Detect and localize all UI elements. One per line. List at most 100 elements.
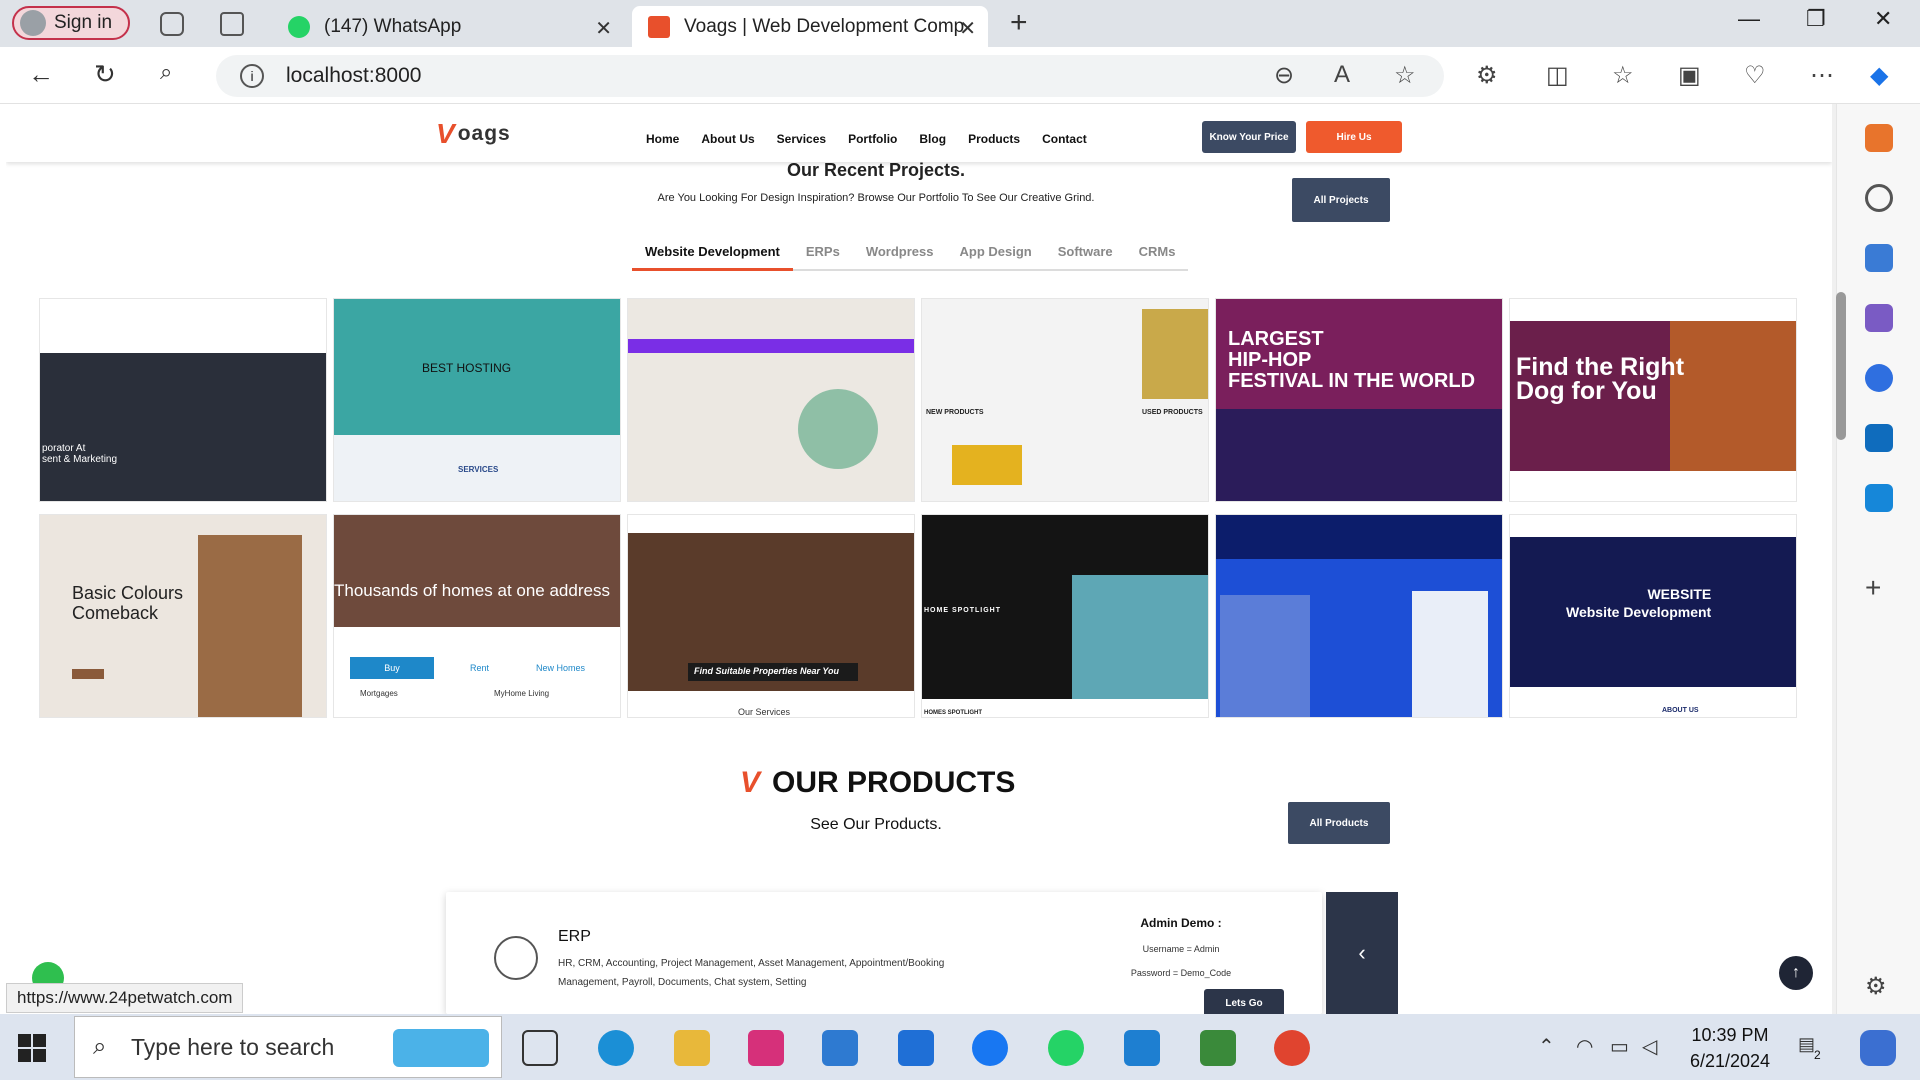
project-thumbnail[interactable]: BEST HOSTING SERVICES — [333, 298, 621, 502]
thumb-sub: HOMES SPOTLIGHT — [924, 710, 983, 716]
shopping-icon[interactable] — [1865, 244, 1893, 272]
favorite-star-icon[interactable]: ☆ — [1394, 61, 1416, 90]
microsoft-365-icon[interactable] — [1865, 364, 1893, 392]
microsoft-store-icon[interactable] — [822, 1030, 858, 1066]
outlook-icon[interactable] — [1865, 424, 1893, 452]
back-icon[interactable]: ← — [28, 59, 54, 90]
page-scrollbar[interactable] — [1832, 104, 1836, 1014]
nav-services[interactable]: Services — [777, 132, 826, 146]
profile-avatar-icon — [20, 10, 46, 36]
chrome-icon[interactable] — [1274, 1030, 1310, 1066]
games-icon[interactable] — [1865, 304, 1893, 332]
project-thumbnail[interactable]: Thousands of homes at one address Buy Re… — [333, 514, 621, 718]
project-thumbnail[interactable]: WEBSITE Website Development ABOUT US — [1509, 514, 1797, 718]
project-thumbnail[interactable]: Find Suitable Properties Near You Our Se… — [627, 514, 915, 718]
new-tab-icon[interactable]: + — [1010, 6, 1028, 40]
know-your-price-button[interactable]: Know Your Price — [1202, 121, 1296, 153]
sign-in-button[interactable]: Sign in — [12, 6, 130, 40]
copilot-taskbar-icon[interactable] — [1860, 1030, 1896, 1066]
file-explorer-icon[interactable] — [674, 1030, 710, 1066]
voags-logo[interactable]: V oags — [436, 118, 511, 150]
close-tab-icon[interactable]: ✕ — [959, 16, 976, 41]
favorites-icon[interactable]: ☆ — [1612, 61, 1634, 90]
tab-crms[interactable]: CRMs — [1126, 236, 1189, 269]
project-thumbnail[interactable] — [627, 298, 915, 502]
nav-blog[interactable]: Blog — [919, 132, 946, 146]
back-to-top-button[interactable]: ↑ — [1779, 956, 1813, 990]
windows-start-icon[interactable] — [18, 1034, 46, 1062]
zoom-out-icon[interactable]: ⊖ — [1274, 61, 1294, 90]
scrollbar-thumb[interactable] — [1836, 292, 1846, 440]
tab-website-development[interactable]: Website Development — [632, 236, 793, 271]
taskbar-search-box[interactable]: ⌕ Type here to search — [74, 1016, 502, 1078]
instagram-icon[interactable] — [748, 1030, 784, 1066]
mail-icon[interactable] — [898, 1030, 934, 1066]
project-thumbnail[interactable] — [1215, 514, 1503, 718]
address-bar[interactable]: i localhost:8000 — [216, 55, 1444, 97]
thumb-caption: BEST HOSTING — [422, 361, 512, 375]
lets-go-button[interactable]: Lets Go — [1204, 989, 1284, 1014]
search-icon[interactable]: ⌕ — [160, 59, 172, 85]
tab-actions-icon[interactable] — [220, 12, 244, 36]
nav-home[interactable]: Home — [646, 132, 679, 146]
drop-icon[interactable] — [1865, 484, 1893, 512]
tab-whatsapp[interactable]: (147) WhatsApp ✕ — [272, 6, 624, 47]
more-options-icon[interactable]: ⋯ — [1810, 61, 1834, 90]
taskbar-clock[interactable]: 10:39 PM 6/21/2024 — [1680, 1022, 1780, 1074]
volume-icon[interactable]: ◁ — [1642, 1034, 1657, 1059]
vim-icon[interactable] — [1200, 1030, 1236, 1066]
hire-us-button[interactable]: Hire Us — [1306, 121, 1402, 153]
site-info-icon[interactable]: i — [240, 64, 264, 88]
copilot-icon[interactable]: ◆ — [1870, 61, 1888, 90]
project-thumbnail[interactable]: porator At sent & Marketing — [39, 298, 327, 502]
close-window-icon[interactable]: ✕ — [1874, 6, 1892, 32]
split-screen-icon[interactable]: ◫ — [1546, 61, 1569, 90]
tab-erps[interactable]: ERPs — [793, 236, 853, 269]
thumb-item: Mortgages — [360, 689, 398, 698]
project-thumbnail[interactable]: LARGEST HIP-HOP FESTIVAL IN THE WORLD — [1215, 298, 1503, 502]
add-sidebar-app-icon[interactable]: + — [1865, 572, 1893, 603]
tab-software[interactable]: Software — [1045, 236, 1126, 269]
site-header: V oags Home About Us Services Portfolio … — [6, 104, 1832, 162]
tab-voags[interactable]: Voags | Web Development Comp ✕ — [632, 6, 988, 47]
show-hidden-icons-icon[interactable]: ⌃ — [1538, 1034, 1555, 1059]
project-thumbnail[interactable]: NEW PRODUCTS USED PRODUCTS — [921, 298, 1209, 502]
vscode-icon[interactable] — [1124, 1030, 1160, 1066]
model-image — [198, 535, 302, 717]
nav-about-us[interactable]: About Us — [701, 132, 754, 146]
voags-favicon-icon — [648, 15, 670, 38]
restore-icon[interactable]: ❐ — [1806, 6, 1826, 32]
tab-wordpress[interactable]: Wordpress — [853, 236, 947, 269]
sidebar-settings-icon[interactable]: ⚙ — [1865, 972, 1893, 1000]
edge-taskbar-icon[interactable] — [598, 1030, 634, 1066]
project-thumbnail[interactable]: Basic Colours Comeback — [39, 514, 327, 718]
tools-icon[interactable] — [1865, 124, 1893, 152]
excavator-image — [952, 445, 1022, 485]
notifications-icon[interactable]: ▤ — [1798, 1034, 1815, 1055]
tab-app-design[interactable]: App Design — [947, 236, 1045, 269]
read-aloud-icon[interactable]: A — [1334, 61, 1350, 89]
carousel-prev-button[interactable]: ‹ — [1326, 892, 1398, 1014]
all-products-button[interactable]: All Products — [1288, 802, 1390, 844]
browser-essentials-icon[interactable]: ♡ — [1744, 61, 1766, 90]
facebook-icon[interactable] — [972, 1030, 1008, 1066]
sidebar-search-icon[interactable] — [1865, 184, 1893, 212]
whatsapp-taskbar-icon[interactable] — [1048, 1030, 1084, 1066]
extensions-icon[interactable]: ⚙ — [1476, 61, 1498, 90]
collections-icon[interactable]: ▣ — [1678, 61, 1701, 90]
close-tab-icon[interactable]: ✕ — [595, 16, 612, 41]
nav-portfolio[interactable]: Portfolio — [848, 132, 897, 146]
thumb-header — [1510, 515, 1796, 537]
thumb-caption: NEW PRODUCTS — [926, 409, 984, 416]
nav-contact[interactable]: Contact — [1042, 132, 1087, 146]
wifi-icon[interactable]: ◠ — [1576, 1034, 1593, 1059]
battery-icon[interactable]: ▭ — [1610, 1034, 1629, 1059]
nav-products[interactable]: Products — [968, 132, 1020, 146]
project-thumbnail[interactable]: Find the Right Dog for You — [1509, 298, 1797, 502]
all-projects-button[interactable]: All Projects — [1292, 178, 1390, 222]
task-view-icon[interactable] — [522, 1030, 558, 1066]
refresh-icon[interactable]: ↻ — [94, 59, 116, 90]
minimize-icon[interactable]: — — [1738, 6, 1760, 32]
workspaces-icon[interactable] — [160, 12, 184, 36]
project-thumbnail[interactable]: HOME SPOTLIGHT HOMES SPOTLIGHT — [921, 514, 1209, 718]
